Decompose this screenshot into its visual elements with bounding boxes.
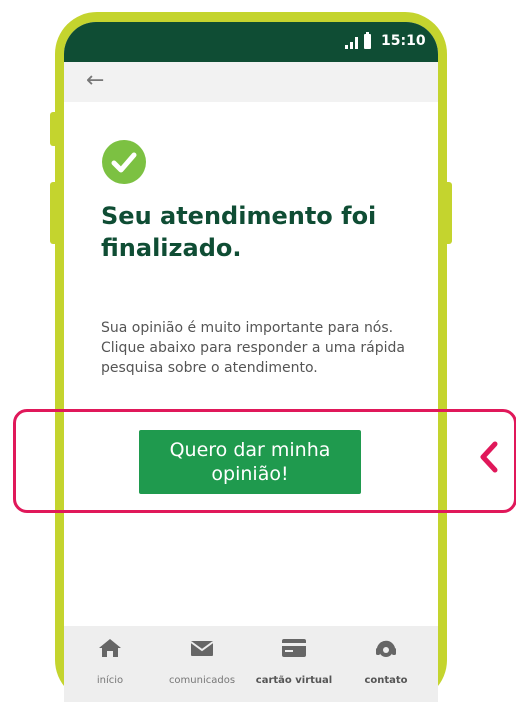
status-time: 15:10 <box>381 33 426 49</box>
nav-item-inicio[interactable]: início <box>64 626 156 686</box>
nav-label: início <box>96 675 124 686</box>
app-bar: ← <box>64 62 438 102</box>
check-circle-icon <box>102 140 146 184</box>
nav-label: cartão virtual <box>255 675 333 686</box>
home-icon <box>99 639 121 657</box>
nav-label: comunicados <box>168 675 236 686</box>
arrow-left-icon[interactable]: ← <box>86 66 104 96</box>
page-title: Seu atendimento foi finalizado. <box>101 202 377 262</box>
highlight-box <box>13 409 516 513</box>
nav-item-cartao-virtual[interactable]: cartão virtual <box>248 626 340 686</box>
nav-item-contato[interactable]: contato <box>340 626 432 686</box>
headset-icon <box>376 640 396 657</box>
signal-icon <box>345 37 358 49</box>
nav-item-comunicados[interactable]: comunicados <box>156 626 248 686</box>
status-bar: 15:10 <box>64 22 438 62</box>
phone-screen: 15:10 ← Seu atendimento foi finalizado. … <box>64 22 438 702</box>
description-text: Sua opinião é muito importante para nós.… <box>101 320 405 376</box>
nav-label: contato <box>364 675 408 686</box>
card-icon <box>282 639 306 657</box>
mail-icon <box>190 641 214 656</box>
bottom-nav: início comunicados cartão virtual contat… <box>64 626 438 702</box>
battery-icon <box>364 32 371 49</box>
chevron-left-icon <box>480 441 498 473</box>
